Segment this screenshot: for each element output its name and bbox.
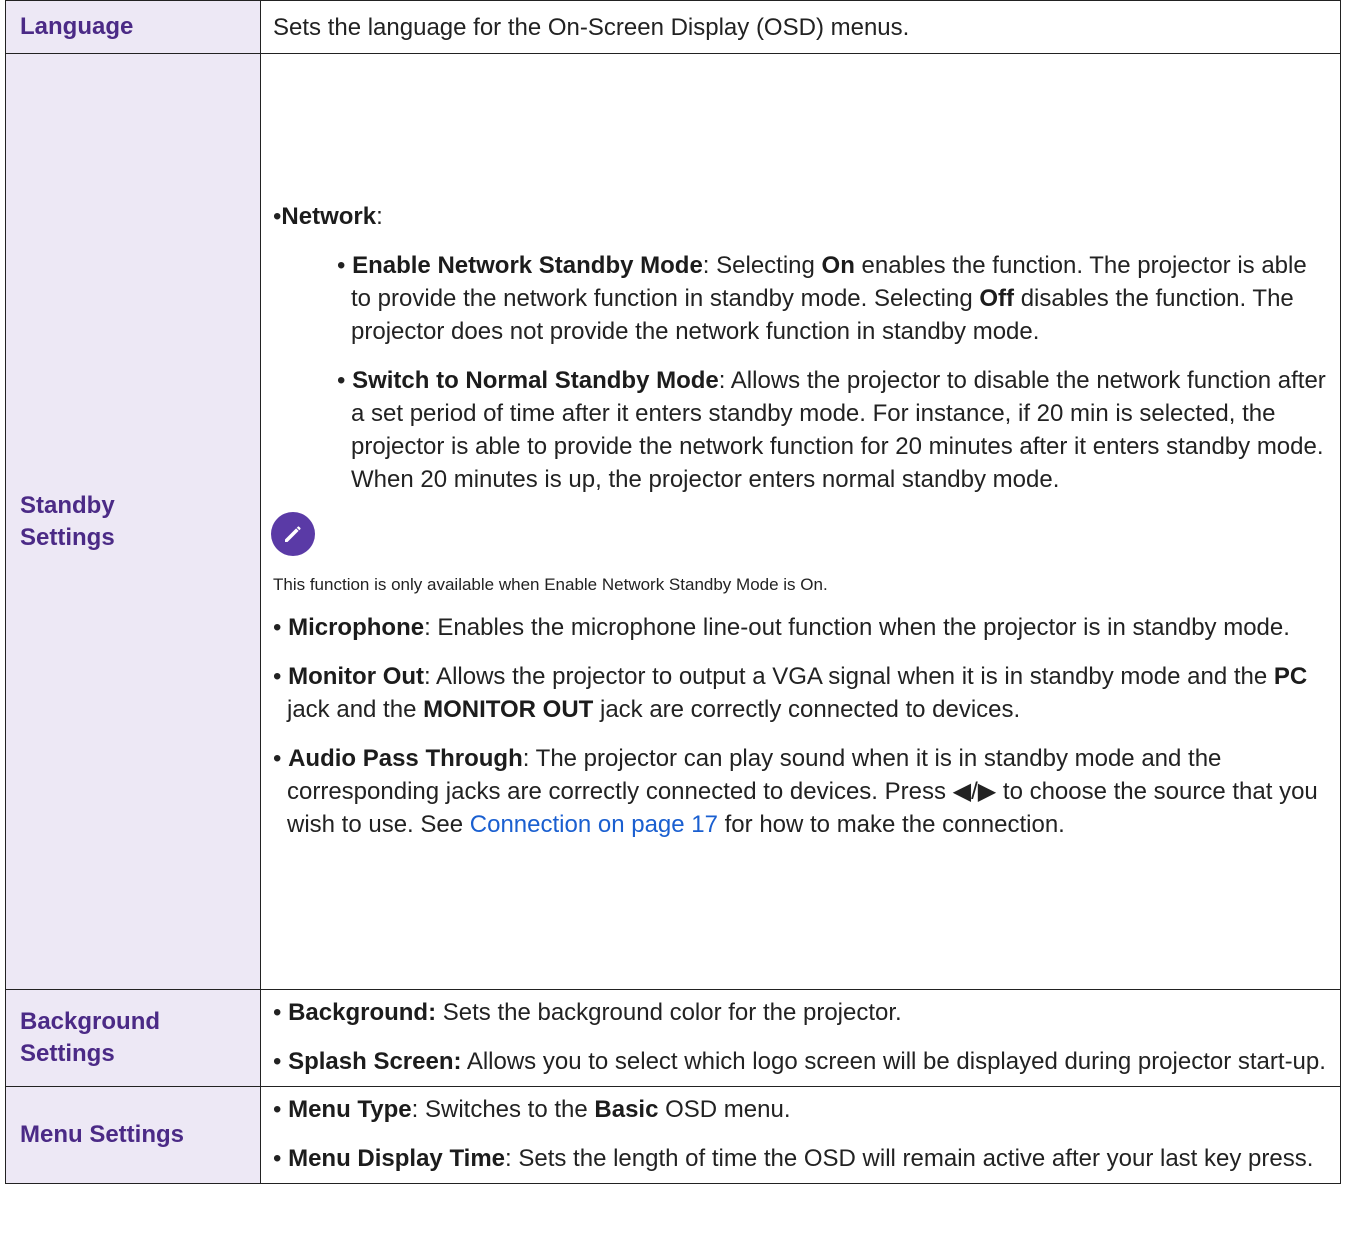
microphone-item: • Microphone: Enables the microphone lin… (273, 603, 1330, 652)
enable-network-standby-title: Enable Network Standby Mode (352, 252, 703, 279)
audio-pass-through-item: • Audio Pass Through: The projector can … (273, 734, 1330, 849)
background-item: • Background: Sets the background color … (273, 990, 1330, 1037)
standby-label-line2: Settings (20, 523, 115, 551)
bullet: • (337, 252, 346, 279)
background-row: Background Settings • Background: Sets t… (5, 989, 1341, 1087)
network-title: Network (281, 203, 377, 230)
language-text: Sets the language for the On-Screen Disp… (273, 13, 910, 41)
monitor-out-title: Monitor Out (288, 663, 425, 690)
monitor-text-2: jack and the (287, 696, 424, 723)
monitor-text-3: jack are correctly connected to devices. (593, 696, 1021, 723)
enable-on-term: On (821, 252, 855, 279)
connection-page-link[interactable]: Connection on page 17 (470, 811, 718, 838)
menu-label: Menu Settings (5, 1086, 261, 1184)
switch-normal-standby-item: • Switch to Normal Standby Mode: Allows … (273, 356, 1330, 504)
background-title: Background: (288, 999, 437, 1026)
menu-row: Menu Settings • Menu Type: Switches to t… (5, 1086, 1341, 1184)
bullet: • (273, 999, 282, 1026)
standby-row: Standby Settings •Network: • Enable Netw… (5, 53, 1341, 990)
menu-type-text-1: : Switches to the (411, 1096, 595, 1123)
standby-description: •Network: • Enable Network Standby Mode:… (260, 53, 1341, 990)
note-text: This function is only available when Ena… (273, 575, 828, 594)
menu-type-text-2: OSD menu. (658, 1096, 791, 1123)
background-label-line2: Settings (20, 1040, 115, 1067)
language-label-text: Language (20, 13, 134, 40)
splash-screen-text: Allows you to select which logo screen w… (461, 1048, 1326, 1075)
menu-display-time-item: • Menu Display Time: Sets the length of … (273, 1134, 1330, 1183)
standby-label-line1: Standby (20, 491, 115, 519)
bullet: • (337, 367, 346, 394)
bullet: • (273, 1048, 282, 1075)
microphone-text: : Enables the microphone line-out functi… (424, 614, 1290, 641)
pc-jack-term: PC (1273, 663, 1308, 690)
pencil-note-icon (271, 512, 315, 556)
enable-off-term: Off (979, 285, 1015, 312)
language-row: Language Sets the language for the On-Sc… (5, 0, 1341, 54)
splash-screen-item: • Splash Screen: Allows you to select wh… (273, 1037, 1330, 1086)
language-label: Language (5, 0, 261, 54)
standby-label: Standby Settings (5, 53, 261, 990)
menu-type-item: • Menu Type: Switches to the Basic OSD m… (273, 1087, 1330, 1134)
monitor-out-jack-term: MONITOR OUT (423, 696, 594, 723)
bullet: • (273, 1096, 282, 1123)
background-description: • Background: Sets the background color … (260, 989, 1341, 1087)
enable-network-standby-item: • Enable Network Standby Mode: Selecting… (273, 241, 1330, 356)
bullet: • (273, 745, 282, 772)
bullet: • (273, 614, 282, 641)
microphone-title: Microphone (288, 614, 425, 641)
network-item: •Network: (273, 203, 383, 230)
note-block: This function is only available when Ena… (271, 504, 1330, 597)
monitor-out-item: • Monitor Out: Allows the projector to o… (273, 652, 1330, 734)
menu-display-time-title: Menu Display Time (288, 1145, 506, 1172)
osd-settings-table: Language Sets the language for the On-Sc… (5, 0, 1341, 1184)
menu-display-time-text: : Sets the length of time the OSD will r… (505, 1145, 1314, 1172)
monitor-text-1: : Allows the projector to output a VGA s… (424, 663, 1274, 690)
bullet: • (273, 663, 282, 690)
menu-label-text: Menu Settings (20, 1121, 185, 1148)
bullet: • (273, 1145, 282, 1172)
menu-description: • Menu Type: Switches to the Basic OSD m… (260, 1086, 1341, 1184)
language-description: Sets the language for the On-Screen Disp… (260, 0, 1341, 54)
audio-pass-through-title: Audio Pass Through (288, 745, 523, 772)
menu-type-title: Menu Type (288, 1096, 412, 1123)
background-label-line1: Background (20, 1008, 161, 1035)
enable-text-1: : Selecting (702, 252, 822, 279)
basic-term: Basic (594, 1096, 659, 1123)
switch-normal-standby-title: Switch to Normal Standby Mode (352, 367, 719, 394)
audio-text-2: for how to make the connection. (717, 811, 1065, 838)
background-text: Sets the background color for the projec… (436, 999, 902, 1026)
background-label: Background Settings (5, 989, 261, 1087)
splash-screen-title: Splash Screen: (288, 1048, 462, 1075)
